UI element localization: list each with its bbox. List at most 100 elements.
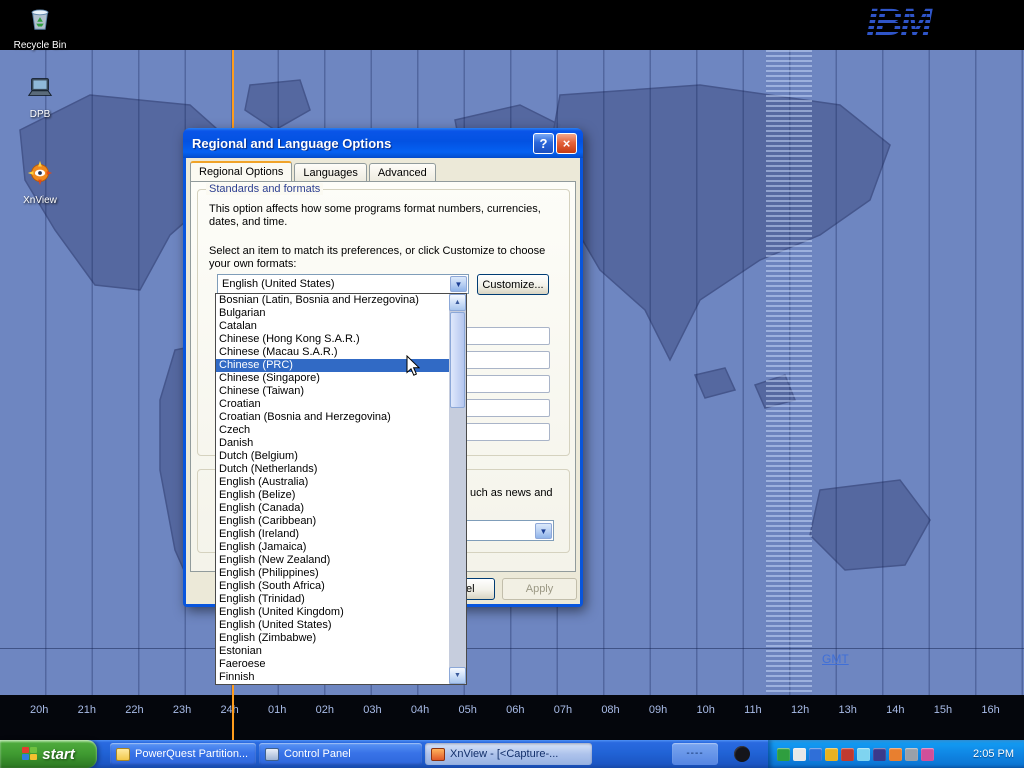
list-item[interactable]: Dutch (Netherlands) xyxy=(216,463,449,476)
desktop-icon-recycle-bin[interactable]: Recycle Bin xyxy=(8,3,72,51)
start-button[interactable]: start xyxy=(0,740,97,768)
format-combobox-value: English (United States) xyxy=(218,278,449,290)
windows-flag-icon xyxy=(22,747,37,761)
tray-icon[interactable] xyxy=(841,748,854,761)
scroll-down-icon[interactable]: ▼ xyxy=(449,667,466,684)
tray-icon[interactable] xyxy=(889,748,902,761)
hour-label: 09h xyxy=(649,704,667,716)
hour-label: 05h xyxy=(458,704,476,716)
list-item[interactable]: English (Belize) xyxy=(216,489,449,502)
list-item[interactable]: Dutch (Belgium) xyxy=(216,450,449,463)
taskbar-task-control-panel[interactable]: Control Panel xyxy=(259,743,422,765)
hour-label: 12h xyxy=(791,704,809,716)
hour-label: 04h xyxy=(411,704,429,716)
list-item[interactable]: English (South Africa) xyxy=(216,580,449,593)
dialog-titlebar[interactable]: Regional and Language Options ? × xyxy=(183,128,583,158)
hour-label: 22h xyxy=(125,704,143,716)
list-item[interactable]: Faeroese xyxy=(216,658,449,671)
hour-label: 11h xyxy=(744,704,762,716)
list-scrollbar[interactable]: ▲ ▼ xyxy=(449,294,466,684)
dialog-title: Regional and Language Options xyxy=(192,136,531,151)
list-item[interactable]: Czech xyxy=(216,424,449,437)
tray-icon[interactable] xyxy=(857,748,870,761)
tray-icon[interactable] xyxy=(777,748,790,761)
tray-icon[interactable] xyxy=(873,748,886,761)
scroll-up-icon[interactable]: ▲ xyxy=(449,294,466,311)
list-item[interactable]: Bosnian (Latin, Bosnia and Herzegovina) xyxy=(216,294,449,307)
list-item[interactable]: English (Canada) xyxy=(216,502,449,515)
hour-label: 16h xyxy=(981,704,999,716)
desktop-icon-label: Recycle Bin xyxy=(8,40,72,51)
desktop: GMT IBM Recycle Bin DPB XnView xyxy=(0,0,1024,768)
taskbar-toolbar[interactable]: ---- xyxy=(672,743,718,765)
hour-label: 03h xyxy=(363,704,381,716)
desktop-icon-label: DPB xyxy=(8,109,72,120)
taskbar-task-xnview[interactable]: XnView - [<Capture-... xyxy=(425,743,592,765)
list-item[interactable]: Finnish xyxy=(216,671,449,684)
tray-icon[interactable] xyxy=(905,748,918,761)
hour-label: 24h xyxy=(220,704,238,716)
desktop-icon-dpb[interactable]: DPB xyxy=(8,72,72,120)
hour-label: 20h xyxy=(30,704,48,716)
format-dropdown-list: Bosnian (Latin, Bosnia and Herzegovina) … xyxy=(215,293,467,685)
format-dropdown-items: Bosnian (Latin, Bosnia and Herzegovina) … xyxy=(216,294,449,684)
list-item[interactable]: English (Philippines) xyxy=(216,567,449,580)
list-item[interactable]: English (Ireland) xyxy=(216,528,449,541)
list-item[interactable]: English (Caribbean) xyxy=(216,515,449,528)
tray-icon[interactable] xyxy=(921,748,934,761)
list-item[interactable]: Catalan xyxy=(216,320,449,333)
list-item[interactable]: English (Jamaica) xyxy=(216,541,449,554)
list-item[interactable]: English (Australia) xyxy=(216,476,449,489)
hour-label: 10h xyxy=(697,704,715,716)
list-item[interactable]: Chinese (Taiwan) xyxy=(216,385,449,398)
taskbar: start PowerQuest Partition... Control Pa… xyxy=(0,740,1024,768)
list-item[interactable]: Danish xyxy=(216,437,449,450)
taskbar-app-icon[interactable] xyxy=(734,746,750,762)
system-tray: 2:05 PM xyxy=(768,740,1024,768)
list-item[interactable]: Croatian (Bosnia and Herzegovina) xyxy=(216,411,449,424)
tray-icon[interactable] xyxy=(793,748,806,761)
chevron-down-icon[interactable]: ▼ xyxy=(450,276,467,292)
ibm-logo: IBM xyxy=(866,2,930,45)
location-text-fragment: uch as news and xyxy=(470,487,553,499)
list-item[interactable]: English (United Kingdom) xyxy=(216,606,449,619)
group-title: Standards and formats xyxy=(206,183,323,195)
tray-icon[interactable] xyxy=(825,748,838,761)
tab-advanced[interactable]: Advanced xyxy=(369,163,436,181)
xnview-icon xyxy=(25,158,55,188)
hour-label: 23h xyxy=(173,704,191,716)
list-item[interactable]: English (Trinidad) xyxy=(216,593,449,606)
desktop-icon-xnview[interactable]: XnView xyxy=(8,158,72,206)
list-item[interactable]: English (United States) xyxy=(216,619,449,632)
tab-regional-options[interactable]: Regional Options xyxy=(190,161,292,181)
list-item[interactable]: Chinese (Hong Kong S.A.R.) xyxy=(216,333,449,346)
taskbar-task-powerquest[interactable]: PowerQuest Partition... xyxy=(110,743,256,765)
tab-languages[interactable]: Languages xyxy=(294,163,366,181)
start-button-label: start xyxy=(42,746,75,763)
scrollbar-thumb[interactable] xyxy=(450,312,465,408)
hour-label: 15h xyxy=(934,704,952,716)
customize-button[interactable]: Customize... xyxy=(477,274,549,295)
tray-icon[interactable] xyxy=(809,748,822,761)
desktop-icon-label: XnView xyxy=(8,195,72,206)
timezone-hour-strip: 20h 21h 22h 23h 24h 01h 02h 03h 04h 05h … xyxy=(0,695,1024,740)
list-item[interactable]: English (Zimbabwe) xyxy=(216,632,449,645)
apply-button[interactable]: Apply xyxy=(502,578,577,600)
list-item[interactable]: English (New Zealand) xyxy=(216,554,449,567)
folder-icon xyxy=(116,748,130,761)
list-item[interactable]: Bulgarian xyxy=(216,307,449,320)
list-item[interactable]: Estonian xyxy=(216,645,449,658)
hour-label: 07h xyxy=(554,704,572,716)
timezone-hatched-band xyxy=(766,50,812,695)
chevron-down-icon[interactable]: ▼ xyxy=(535,523,552,539)
hour-label: 02h xyxy=(316,704,334,716)
mouse-cursor xyxy=(406,355,420,382)
task-label: PowerQuest Partition... xyxy=(135,748,248,760)
help-button[interactable]: ? xyxy=(533,133,554,154)
list-item[interactable]: Croatian xyxy=(216,398,449,411)
taskbar-clock: 2:05 PM xyxy=(973,748,1024,760)
format-combobox[interactable]: English (United States) ▼ xyxy=(217,274,469,294)
close-button[interactable]: × xyxy=(556,133,577,154)
hour-label: 08h xyxy=(601,704,619,716)
control-panel-icon xyxy=(265,748,279,761)
